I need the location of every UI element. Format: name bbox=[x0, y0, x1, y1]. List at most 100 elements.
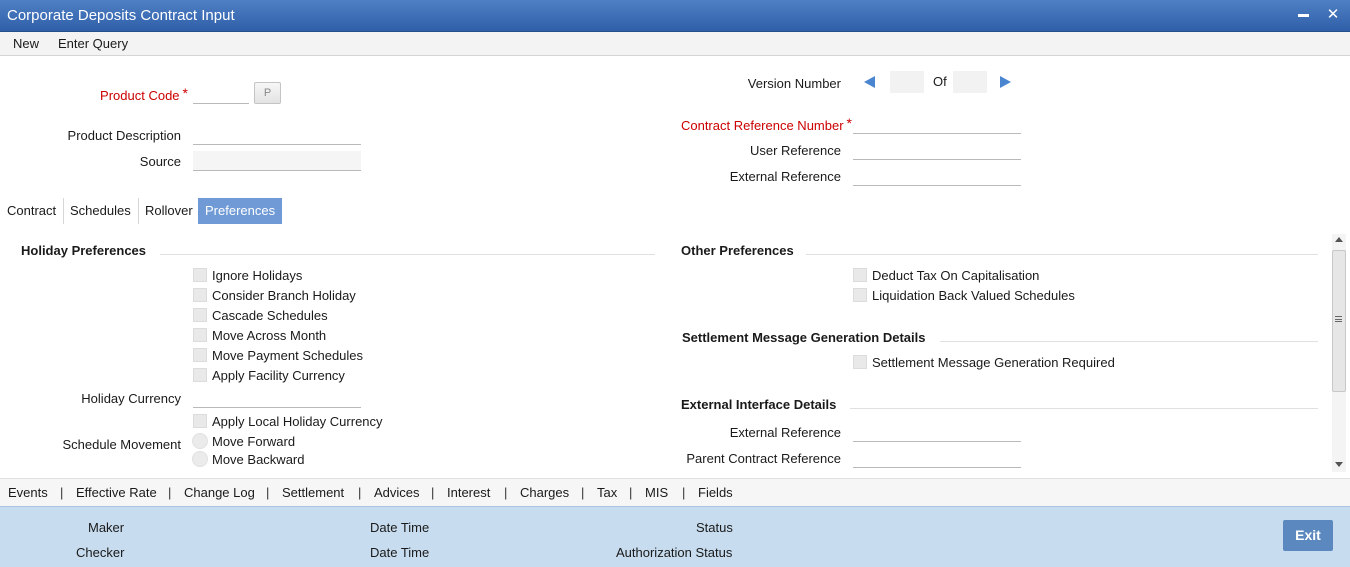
minimize-icon bbox=[1297, 13, 1309, 17]
link-settlement[interactable]: Settlement bbox=[282, 485, 344, 500]
product-description-input[interactable] bbox=[193, 125, 361, 145]
deduct-tax-checkbox[interactable] bbox=[853, 268, 867, 282]
move-payment-schedules-label: Move Payment Schedules bbox=[212, 348, 364, 363]
minimize-button[interactable] bbox=[1292, 5, 1314, 25]
link-separator: | bbox=[504, 485, 508, 500]
grip-icon bbox=[1335, 319, 1342, 320]
link-charges[interactable]: Charges bbox=[520, 485, 569, 500]
settlement-message-checkbox[interactable] bbox=[853, 355, 867, 369]
move-forward-label: Move Forward bbox=[212, 434, 296, 449]
product-code-label: Product Code * bbox=[60, 85, 188, 103]
link-separator: | bbox=[168, 485, 172, 500]
sub-screen-link-bar: Events | Effective Rate | Change Log | S… bbox=[0, 478, 1350, 506]
settlement-divider bbox=[940, 341, 1318, 342]
liquidation-back-valued-label: Liquidation Back Valued Schedules bbox=[872, 288, 1075, 303]
tab-preferences[interactable]: Preferences bbox=[198, 198, 283, 224]
maker-label: Maker bbox=[88, 520, 125, 535]
checker-label: Checker bbox=[76, 545, 125, 560]
menu-bar: New Enter Query bbox=[0, 32, 1350, 56]
product-lookup-button[interactable]: P bbox=[254, 82, 281, 104]
move-forward-radio[interactable] bbox=[192, 433, 208, 449]
apply-local-holiday-currency-label: Apply Local Holiday Currency bbox=[212, 414, 383, 429]
ext-external-reference-input[interactable] bbox=[853, 422, 1021, 442]
close-button[interactable]: ✕ bbox=[1322, 5, 1344, 25]
link-separator: | bbox=[629, 485, 633, 500]
consider-branch-holiday-label: Consider Branch Holiday bbox=[212, 288, 356, 303]
link-separator: | bbox=[358, 485, 362, 500]
checker-date-time-label: Date Time bbox=[370, 545, 430, 560]
source-input[interactable] bbox=[193, 151, 361, 171]
link-separator: | bbox=[266, 485, 270, 500]
version-of-label: Of bbox=[933, 74, 947, 89]
apply-local-holiday-currency-checkbox[interactable] bbox=[193, 414, 207, 428]
product-code-label-text: Product Code bbox=[100, 88, 180, 103]
holiday-preferences-title: Holiday Preferences bbox=[21, 243, 147, 258]
exit-button[interactable]: Exit bbox=[1283, 520, 1333, 551]
next-version-icon[interactable] bbox=[1000, 76, 1011, 88]
parent-contract-reference-label: Parent Contract Reference bbox=[686, 451, 841, 466]
version-total bbox=[953, 71, 987, 93]
link-mis[interactable]: MIS bbox=[645, 485, 668, 500]
source-label: Source bbox=[139, 154, 181, 169]
scroll-down-icon[interactable] bbox=[1335, 462, 1343, 467]
apply-facility-currency-checkbox[interactable] bbox=[193, 368, 207, 382]
holiday-preferences-divider bbox=[160, 254, 655, 255]
apply-facility-currency-label: Apply Facility Currency bbox=[212, 368, 345, 383]
ignore-holidays-checkbox[interactable] bbox=[193, 268, 207, 282]
liquidation-back-valued-checkbox[interactable] bbox=[853, 288, 867, 302]
consider-branch-holiday-checkbox[interactable] bbox=[193, 288, 207, 302]
menu-enter-query[interactable]: Enter Query bbox=[58, 36, 128, 51]
move-payment-schedules-checkbox[interactable] bbox=[193, 348, 207, 362]
product-code-input[interactable] bbox=[193, 84, 249, 104]
link-effective-rate[interactable]: Effective Rate bbox=[76, 485, 157, 500]
tab-rollover[interactable]: Rollover bbox=[138, 198, 201, 224]
other-preferences-divider bbox=[806, 254, 1318, 255]
version-number-label: Version Number bbox=[747, 76, 841, 91]
contract-reference-label: Contract Reference Number * bbox=[640, 115, 852, 133]
settlement-message-label: Settlement Message Generation Required bbox=[872, 355, 1115, 370]
external-interface-divider bbox=[850, 408, 1318, 409]
maker-date-time-label: Date Time bbox=[370, 520, 430, 535]
other-preferences-title: Other Preferences bbox=[681, 243, 794, 258]
cascade-schedules-checkbox[interactable] bbox=[193, 308, 207, 322]
cascade-schedules-label: Cascade Schedules bbox=[212, 308, 328, 323]
contract-reference-label-text: Contract Reference Number bbox=[680, 118, 844, 133]
link-tax[interactable]: Tax bbox=[597, 485, 617, 500]
move-backward-label: Move Backward bbox=[212, 452, 305, 467]
tab-schedules[interactable]: Schedules bbox=[63, 198, 139, 224]
link-separator: | bbox=[682, 485, 686, 500]
external-interface-title: External Interface Details bbox=[681, 397, 837, 412]
link-fields[interactable]: Fields bbox=[698, 485, 733, 500]
link-events[interactable]: Events bbox=[8, 485, 48, 500]
link-separator: | bbox=[581, 485, 585, 500]
title-bar: Corporate Deposits Contract Input ✕ bbox=[0, 0, 1350, 32]
link-interest[interactable]: Interest bbox=[447, 485, 490, 500]
external-reference-input[interactable] bbox=[853, 166, 1021, 186]
move-across-month-checkbox[interactable] bbox=[193, 328, 207, 342]
settlement-title: Settlement Message Generation Details bbox=[682, 330, 926, 345]
ext-external-reference-label: External Reference bbox=[729, 425, 841, 440]
holiday-currency-label: Holiday Currency bbox=[81, 391, 181, 406]
product-description-label: Product Description bbox=[67, 128, 181, 143]
ignore-holidays-label: Ignore Holidays bbox=[212, 268, 303, 283]
parent-contract-reference-input[interactable] bbox=[853, 448, 1021, 468]
window-title: Corporate Deposits Contract Input bbox=[7, 7, 235, 24]
tab-contract[interactable]: Contract bbox=[0, 198, 65, 224]
move-backward-radio[interactable] bbox=[192, 451, 208, 467]
scroll-up-icon[interactable] bbox=[1335, 237, 1343, 242]
close-icon: ✕ bbox=[1326, 6, 1340, 23]
link-change-log[interactable]: Change Log bbox=[184, 485, 255, 500]
link-advices[interactable]: Advices bbox=[374, 485, 420, 500]
required-marker: * bbox=[182, 85, 188, 101]
external-reference-label: External Reference bbox=[729, 169, 841, 184]
status-label: Status bbox=[696, 520, 733, 535]
required-marker: * bbox=[846, 115, 852, 131]
previous-version-icon[interactable] bbox=[864, 76, 875, 88]
user-reference-label: User Reference bbox=[749, 143, 841, 158]
menu-new[interactable]: New bbox=[13, 36, 39, 51]
holiday-currency-input[interactable] bbox=[193, 388, 361, 408]
user-reference-input[interactable] bbox=[853, 140, 1021, 160]
link-separator: | bbox=[60, 485, 64, 500]
authorization-status-label: Authorization Status bbox=[616, 545, 733, 560]
contract-reference-input[interactable] bbox=[853, 114, 1021, 134]
